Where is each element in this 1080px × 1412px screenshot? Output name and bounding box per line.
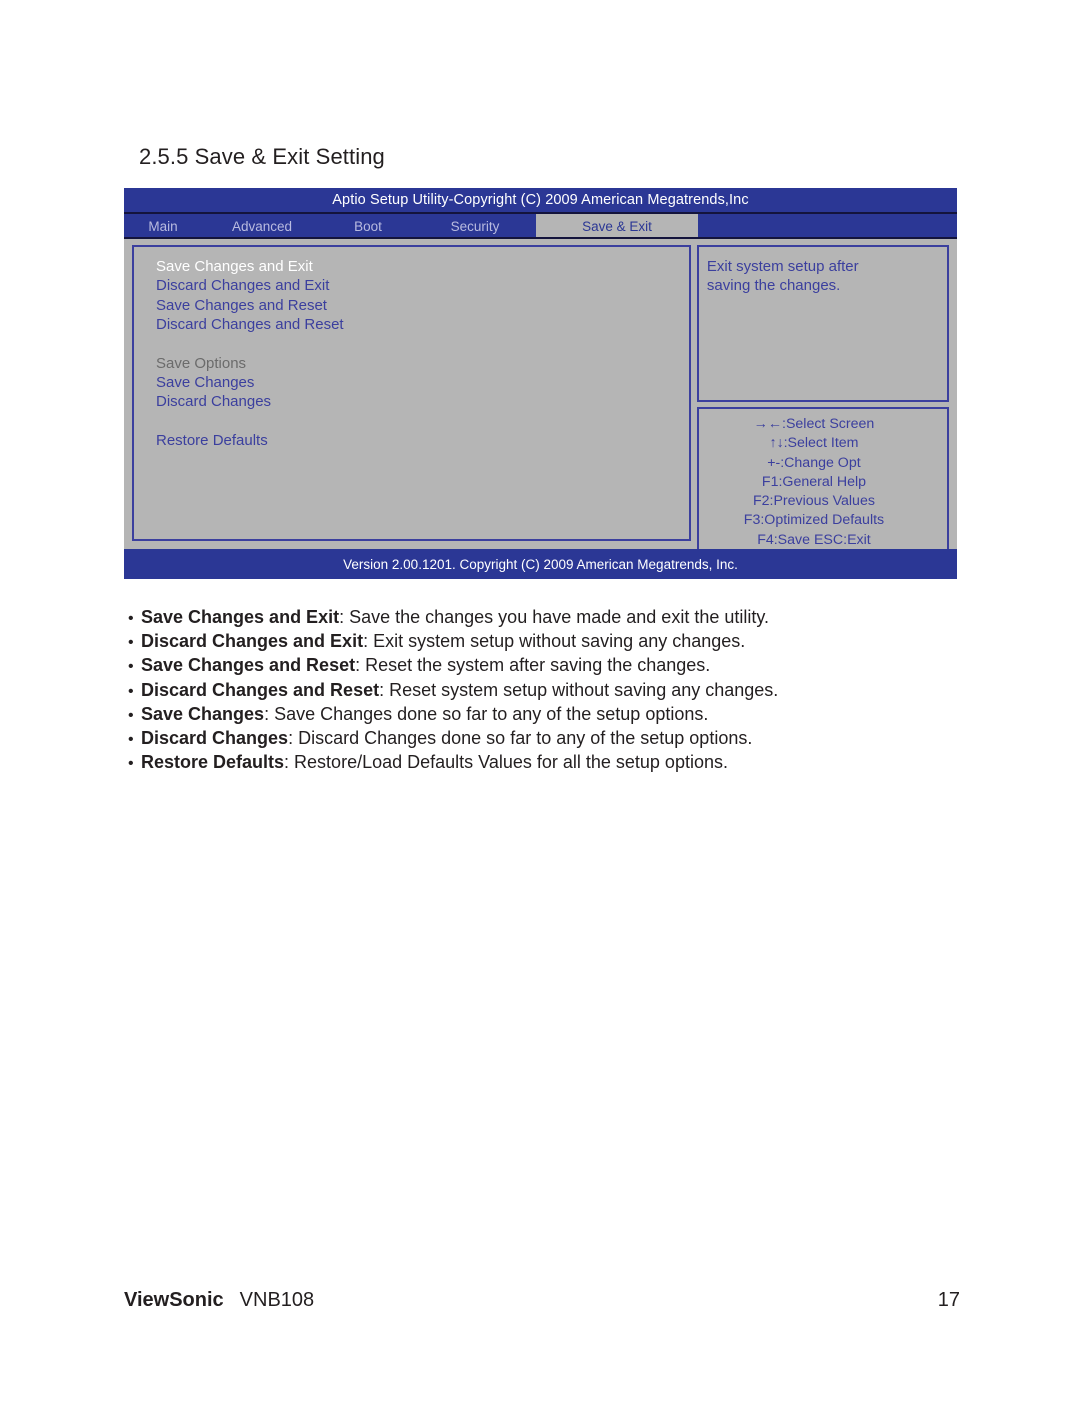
model-name: VNB108 [239, 1289, 315, 1311]
document-page: 2.5.5 Save & Exit Setting Aptio Setup Ut… [0, 0, 1080, 1412]
description-text: : Discard Changes done so far to any of … [288, 728, 753, 749]
help-text-line-2: saving the changes. [706, 277, 841, 295]
description-text: : Exit system setup without saving any c… [363, 631, 746, 652]
bios-item-restore-defaults[interactable]: Restore Defaults [156, 431, 689, 450]
legend-previous-values: F2:Previous Values [752, 493, 875, 510]
legend-change-opt: +-:Change Opt [767, 454, 861, 471]
bios-body: Save Changes and Exit Discard Changes an… [124, 239, 957, 553]
legend-select-item: ↑↓:Select Item [769, 435, 859, 452]
description-term: Discard Changes and Reset [141, 679, 380, 700]
tab-advanced[interactable]: Advanced [202, 214, 322, 239]
list-item: • Save Changes : Save Changes done so fa… [128, 703, 988, 727]
tab-security[interactable]: Security [414, 214, 536, 239]
description-term: Save Changes [141, 703, 265, 724]
description-term: Save Changes and Exit [141, 607, 340, 627]
bullet-icon: • [128, 706, 134, 724]
legend-save-exit: F4:Save ESC:Exit [757, 531, 871, 548]
description-text: : Reset the system after saving the chan… [355, 655, 711, 676]
description-text: : Save Changes done so far to any of the… [264, 703, 709, 724]
bullet-icon: • [128, 634, 134, 652]
description-text: : Save the changes you have made and exi… [339, 607, 770, 627]
bios-title-text: Aptio Setup Utility-Copyright (C) 2009 A… [332, 192, 749, 208]
page-footer: ViewSonic VNB108 17 [124, 1289, 960, 1312]
legend-general-help: F1:General Help [761, 473, 866, 490]
bios-version-text: Version 2.00.1201. Copyright (C) 2009 Am… [343, 556, 738, 572]
bios-menu-bar: Main Advanced Boot Security Save & Exit [124, 214, 957, 239]
bios-item-spacer-2 [156, 412, 689, 431]
list-item: • Save Changes and Reset : Reset the sys… [128, 654, 988, 678]
bios-item-spacer-1 [156, 335, 689, 354]
description-list: • Save Changes and Exit : Save the chang… [128, 606, 988, 775]
list-item: • Save Changes and Exit : Save the chang… [128, 606, 988, 630]
bios-item-discard-changes-and-reset[interactable]: Discard Changes and Reset [156, 315, 689, 334]
bios-setup-window: Aptio Setup Utility-Copyright (C) 2009 A… [124, 188, 957, 579]
page-number: 17 [937, 1289, 960, 1311]
list-item: • Discard Changes : Discard Changes done… [128, 727, 988, 751]
bios-item-save-changes-and-reset[interactable]: Save Changes and Reset [156, 296, 689, 315]
help-text-line-1: Exit system setup after [706, 258, 859, 275]
bios-item-discard-changes-and-exit[interactable]: Discard Changes and Exit [156, 276, 689, 295]
legend-optimized-defaults: F3:Optimized Defaults [743, 512, 885, 529]
list-item: • Restore Defaults : Restore/Load Defaul… [128, 751, 988, 775]
legend-select-screen: →←:Select Screen [753, 416, 875, 432]
bios-title-bar: Aptio Setup Utility-Copyright (C) 2009 A… [124, 188, 957, 214]
bullet-icon: • [128, 755, 134, 773]
bullet-icon: • [128, 658, 134, 676]
brand-name: ViewSonic [124, 1289, 224, 1311]
bios-item-save-changes-and-exit[interactable]: Save Changes and Exit [156, 257, 689, 276]
tab-boot[interactable]: Boot [322, 214, 414, 239]
bullet-icon: • [128, 610, 134, 627]
description-term: Save Changes and Reset [141, 655, 356, 676]
bios-item-save-changes[interactable]: Save Changes [156, 373, 689, 392]
description-term: Restore Defaults [141, 752, 285, 773]
bios-section-header-save-options: Save Options [156, 354, 247, 372]
description-text: : Reset system setup without saving any … [379, 679, 779, 700]
description-term: Discard Changes [141, 728, 289, 749]
description-text: : Restore/Load Defaults Values for all t… [284, 752, 728, 773]
bios-version-bar: Version 2.00.1201. Copyright (C) 2009 Am… [124, 549, 957, 579]
bios-item-discard-changes[interactable]: Discard Changes [156, 392, 689, 411]
list-item: • Discard Changes and Exit : Exit system… [128, 630, 988, 654]
page-title: 2.5.5 Save & Exit Setting [139, 144, 385, 169]
bios-help-panel: Exit system setup after saving the chang… [696, 245, 949, 402]
bios-options-panel: Save Changes and Exit Discard Changes an… [132, 245, 691, 541]
description-term: Discard Changes and Exit [141, 631, 364, 652]
bios-key-legend-panel: →←:Select Screen ↑↓:Select Item +-:Chang… [696, 407, 949, 553]
tab-save-and-exit[interactable]: Save & Exit [536, 214, 698, 239]
bullet-icon: • [128, 682, 134, 700]
tab-main[interactable]: Main [124, 214, 202, 239]
list-item: • Discard Changes and Reset : Reset syst… [128, 679, 988, 703]
bios-right-column: Exit system setup after saving the chang… [696, 245, 949, 553]
bullet-icon: • [128, 731, 134, 749]
